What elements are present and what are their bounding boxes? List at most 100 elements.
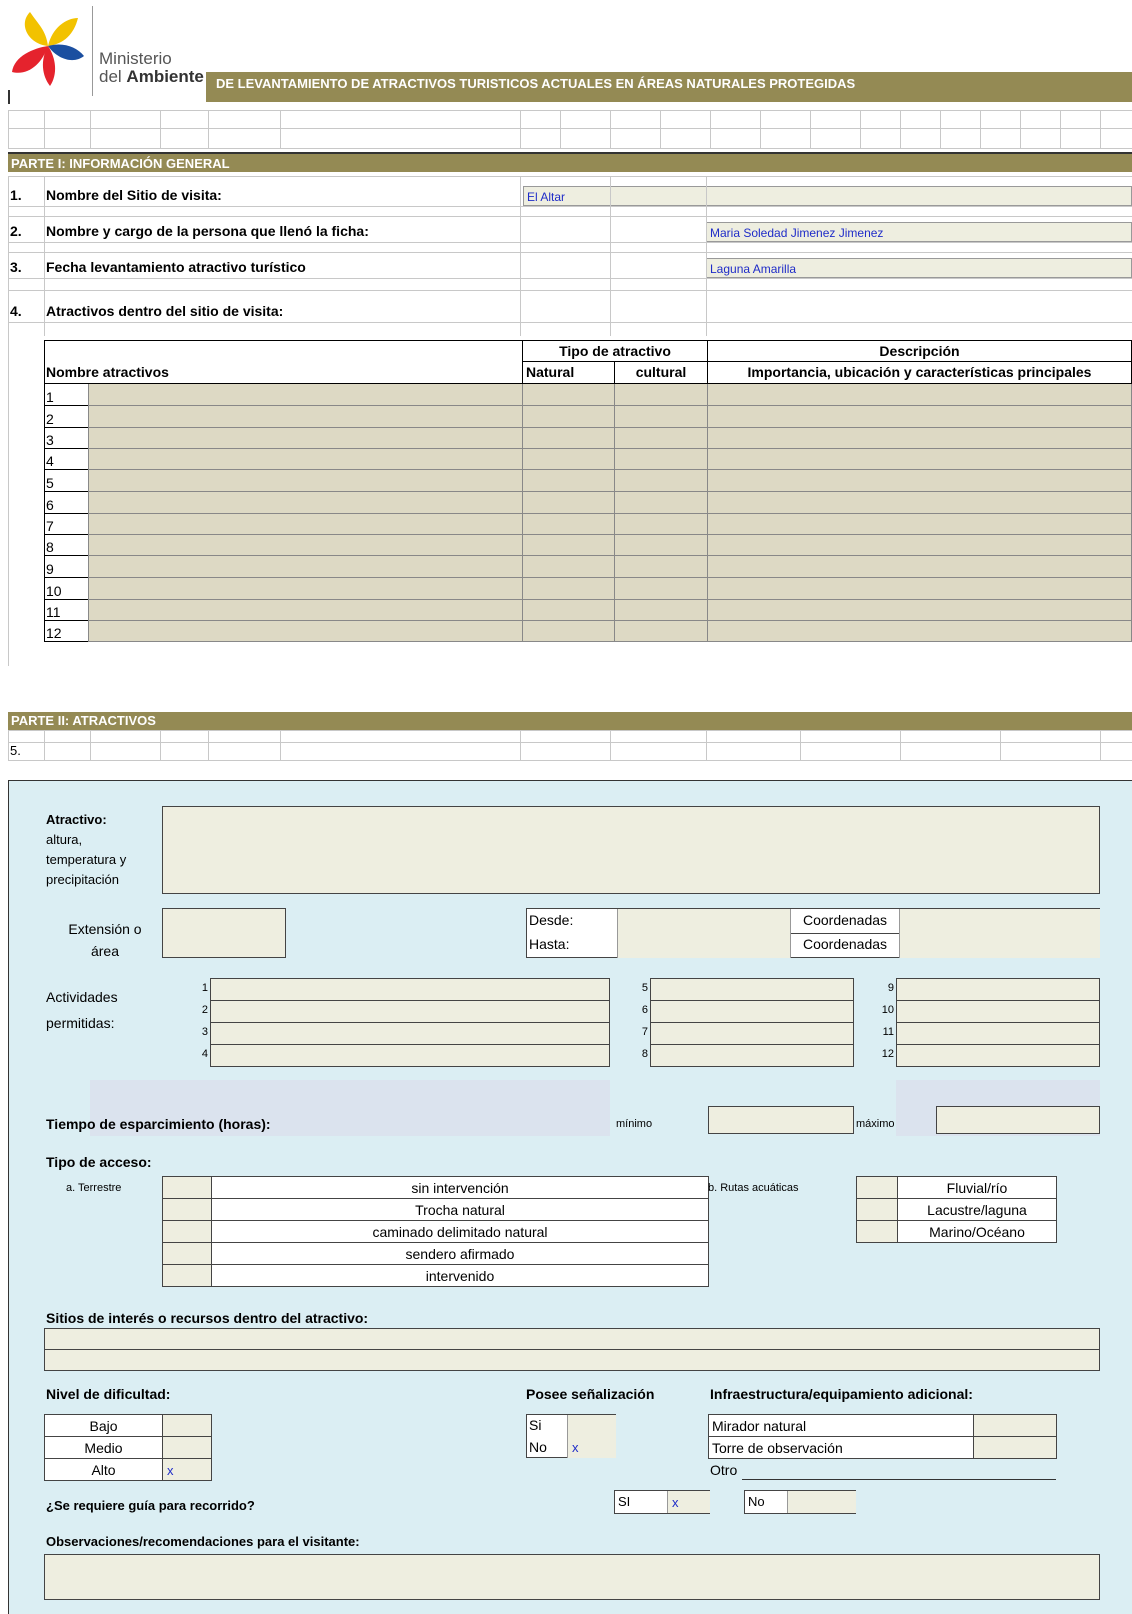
cultural-cell[interactable] [614,428,708,449]
terrestre-option: caminado delimitado natural [211,1220,709,1243]
atractivo-field[interactable] [162,806,1100,894]
natural-cell[interactable] [522,449,615,470]
description-cell[interactable] [707,621,1132,642]
description-cell[interactable] [707,535,1132,556]
activity-field[interactable] [896,1044,1100,1067]
interest-site-field-2[interactable] [44,1349,1100,1371]
description-cell[interactable] [707,578,1132,600]
cultural-cell[interactable] [614,535,708,556]
description-cell[interactable] [707,514,1132,535]
natural-cell[interactable] [522,428,615,449]
attraction-name-cell[interactable] [88,535,523,556]
infra-otro-line[interactable] [742,1479,1056,1480]
cultural-cell[interactable] [614,514,708,535]
activity-field[interactable] [896,978,1100,1001]
site-name-field[interactable]: El Altar [523,186,1132,206]
extension-field[interactable] [162,908,286,958]
atractivo-sub: altura, temperatura y precipitación [46,832,127,887]
attraction-name-cell[interactable] [88,492,523,514]
attraction-name-cell[interactable] [88,556,523,578]
attraction-name-cell[interactable] [88,514,523,535]
description-cell[interactable] [707,556,1132,578]
acuatica-check[interactable] [856,1198,898,1221]
infra-check[interactable] [973,1414,1057,1437]
attraction-name-cell[interactable] [88,428,523,449]
natural-cell[interactable] [522,384,615,406]
cultural-cell[interactable] [614,470,708,492]
activity-field[interactable] [896,1022,1100,1045]
coordinates-box: Desde: Hasta: Coordenadas Coordenadas [526,908,1100,958]
difficulty-check[interactable]: x [162,1458,212,1481]
attraction-name-cell[interactable] [88,621,523,642]
cultural-cell[interactable] [614,578,708,600]
terrestre-check[interactable] [162,1264,212,1287]
natural-cell[interactable] [522,492,615,514]
attraction-name-cell[interactable] [88,578,523,600]
activity-field[interactable] [650,978,854,1001]
q3-label: Fecha levantamiento atractivo turístico [46,259,306,275]
terrestre-check[interactable] [162,1220,212,1243]
activity-field[interactable] [650,1022,854,1045]
cultural-cell[interactable] [614,384,708,406]
natural-cell[interactable] [522,535,615,556]
natural-cell[interactable] [522,406,615,428]
natural-cell[interactable] [522,556,615,578]
description-cell[interactable] [707,449,1132,470]
survey-date-field[interactable]: Laguna Amarilla [706,258,1132,278]
acuatica-check[interactable] [856,1220,898,1243]
coord-field-1[interactable] [899,909,1100,934]
terrestre-check[interactable] [162,1176,212,1199]
cultural-cell[interactable] [614,621,708,642]
natural-cell[interactable] [522,578,615,600]
description-cell[interactable] [707,492,1132,514]
desde-field[interactable] [617,909,791,934]
guide-si-field[interactable]: x [667,1491,710,1513]
activity-field[interactable] [896,1000,1100,1023]
hasta-field[interactable] [617,933,791,958]
attraction-name-cell[interactable] [88,470,523,492]
cultural-cell[interactable] [614,556,708,578]
signage-no-field[interactable]: x [567,1436,616,1458]
signage-si-field[interactable] [567,1415,616,1437]
terrestre-check[interactable] [162,1242,212,1265]
description-cell[interactable] [707,470,1132,492]
cultural-cell[interactable] [614,449,708,470]
interest-site-field-1[interactable] [44,1328,1100,1350]
cultural-cell[interactable] [614,406,708,428]
col-header-natural: Natural [522,361,615,384]
cultural-cell[interactable] [614,492,708,514]
observations-field[interactable] [44,1554,1100,1600]
coord-field-2[interactable] [899,933,1100,958]
attraction-name-cell[interactable] [88,600,523,621]
activity-field[interactable] [210,1000,610,1023]
attraction-name-cell[interactable] [88,384,523,406]
activity-field[interactable] [210,1044,610,1067]
attraction-name-cell[interactable] [88,406,523,428]
activity-field[interactable] [650,1044,854,1067]
table-row: 7 [44,514,1132,535]
terrestre-check[interactable] [162,1198,212,1221]
description-cell[interactable] [707,428,1132,449]
max-time-field[interactable] [936,1106,1100,1134]
acuatica-option: Marino/Océano [897,1220,1057,1243]
activity-field[interactable] [210,1022,610,1045]
description-cell[interactable] [707,384,1132,406]
infra-check[interactable] [973,1436,1057,1459]
cultural-cell[interactable] [614,600,708,621]
guide-no-field[interactable] [787,1491,856,1513]
description-cell[interactable] [707,406,1132,428]
difficulty-check[interactable] [162,1436,212,1459]
filled-by-field[interactable]: Maria Soledad Jimenez Jimenez [706,222,1132,242]
acuatica-check[interactable] [856,1176,898,1199]
description-cell[interactable] [707,600,1132,621]
natural-cell[interactable] [522,514,615,535]
activity-field[interactable] [650,1000,854,1023]
min-time-field[interactable] [708,1106,854,1134]
natural-cell[interactable] [522,621,615,642]
natural-cell[interactable] [522,600,615,621]
attraction-name-cell[interactable] [88,449,523,470]
activity-field[interactable] [210,978,610,1001]
table-row: 4 [44,449,1132,470]
difficulty-check[interactable] [162,1414,212,1437]
natural-cell[interactable] [522,470,615,492]
